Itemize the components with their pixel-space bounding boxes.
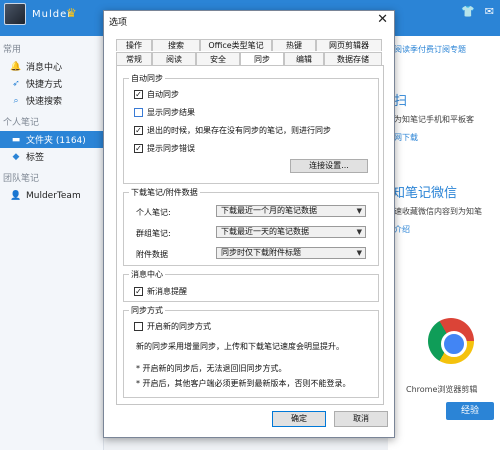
sidebar-section-common: 常用 [3,45,22,55]
tabs-row-top: 操作 搜索 Office类型笔记 热键 网页剪辑器 [116,39,382,51]
shirt-icon[interactable]: 👕 [461,5,475,18]
tab-operations[interactable]: 操作 [116,39,152,51]
sidebar-item-messages[interactable]: 🔔 消息中心 [0,58,103,75]
checkbox-checked[interactable]: ✓ [134,287,143,296]
new-message-alert-checkbox[interactable]: ✓ 新消息提醒 [134,286,187,297]
wechat-text: 速收藏微信内容到为知笔 [394,207,482,216]
tab-sync[interactable]: 同步 [240,52,284,66]
auto-sync-title: 自动同步 [129,73,165,84]
wechat-heading: 知笔记微信 [392,186,458,201]
group-notes-select[interactable]: 下载最近一天的笔记数据 ▼ [216,226,366,238]
tab-reading[interactable]: 阅读 [152,52,196,66]
sidebar-item-quick-search[interactable]: ⌕ 快速搜索 [0,92,103,109]
tab-office-notes[interactable]: Office类型笔记 [200,39,272,51]
personal-notes-label: 个人笔记: [136,208,171,217]
tab-security[interactable]: 安全 [196,52,240,66]
sidebar-section-team: 团队笔记 [3,174,40,184]
auto-sync-group: 自动同步 ✓ 自动同步 显示同步结果 ✓ 退出的时候，如果存在没有同步的笔记，则… [123,73,379,184]
main-panel: 阅读季付费订阅专题 扫 为知笔记手机和平板客 网下载 知笔记微信 速收藏微信内容… [388,36,500,450]
tab-hotkeys[interactable]: 热键 [272,39,316,51]
avatar[interactable] [4,3,26,25]
sync-mode-note-2: * 开启后，其他客户端必须更新到最新版本，否则不能登录。 [136,379,351,388]
close-icon[interactable]: ✕ [377,12,388,27]
mail-icon[interactable]: ✉ [485,5,494,18]
show-sync-result-checkbox[interactable]: 显示同步结果 [134,107,195,118]
tabs-row-bottom: 常规 阅读 安全 同步 编辑 数据存储 [116,52,382,66]
rocket-icon: ➶ [12,78,20,89]
chevron-down-icon: ▼ [356,249,362,257]
chrome-label: Chrome浏览器剪辑 [406,385,478,394]
connection-settings-button[interactable]: 连接设置... [290,159,368,173]
dialog-title: 选项 [109,18,128,28]
sidebar-item-label: 快速搜索 [26,97,63,107]
sync-mode-note-1: * 开启新的同步后，无法退回旧同步方式。 [136,364,287,373]
sidebar: 常用 🔔 消息中心 ➶ 快捷方式 ⌕ 快速搜索 个人笔记 ▬ 文件夹 (1164… [0,36,104,450]
sync-tab-panel: 自动同步 ✓ 自动同步 显示同步结果 ✓ 退出的时候，如果存在没有同步的笔记，则… [116,65,384,405]
tab-web-clipper[interactable]: 网页剪辑器 [316,39,382,51]
select-value: 下载最近一天的笔记数据 [221,227,309,236]
crown-icon: ♛ [66,6,77,20]
checkbox-label: 提示同步错误 [147,144,195,153]
auto-sync-checkbox[interactable]: ✓ 自动同步 [134,89,179,100]
checkbox-label: 退出的时候，如果存在没有同步的笔记，则进行同步 [147,126,331,135]
select-value: 下载最近一个月的笔记数据 [221,206,317,215]
checkbox-label: 自动同步 [147,90,179,99]
sidebar-section-personal: 个人笔记 [3,118,40,128]
chevron-down-icon: ▼ [356,228,362,236]
attachment-select[interactable]: 同步时仅下载附件标题 ▼ [216,247,366,259]
tab-general[interactable]: 常规 [116,52,152,66]
sidebar-item-label: 快捷方式 [26,80,63,90]
attachment-label: 附件数据 [136,250,168,259]
checkbox-label: 新消息提醒 [147,287,187,296]
message-center-group: 消息中心 ✓ 新消息提醒 [123,269,379,302]
search-icon: ⌕ [13,95,19,106]
chrome-icon [428,318,474,364]
select-value: 同步时仅下载附件标题 [221,248,301,257]
sync-mode-group: 同步方式 开启新的同步方式 新的同步采用增量同步，上传和下载笔记速度会明显提升。… [123,305,379,398]
sync-error-prompt-checkbox[interactable]: ✓ 提示同步错误 [134,143,195,154]
checkbox-label: 显示同步结果 [147,108,195,117]
message-center-title: 消息中心 [129,269,165,280]
sidebar-item-label: 标签 [26,153,45,163]
new-sync-mode-checkbox[interactable]: 开启新的同步方式 [134,321,211,332]
user-icon: 👤 [10,190,22,201]
checkbox-unchecked[interactable] [134,108,143,117]
download-title: 下载笔记/附件数据 [129,187,200,198]
tab-data-storage[interactable]: 数据存储 [324,52,382,66]
group-notes-label: 群组笔记: [136,229,171,238]
checkbox-checked[interactable]: ✓ [134,144,143,153]
intro-link[interactable]: 介绍 [394,224,410,235]
chevron-down-icon: ▼ [356,207,362,215]
tab-search[interactable]: 搜索 [152,39,200,51]
sidebar-item-team[interactable]: 👤 MulderTeam [0,187,103,204]
sidebar-item-label: MulderTeam [26,190,81,201]
ok-button[interactable]: 确定 [272,411,326,427]
titlebar-icons: 👕 ✉ [461,5,494,18]
download-group: 下载笔记/附件数据 个人笔记: 下载最近一个月的笔记数据 ▼ 群组笔记: 下载最… [123,187,379,266]
personal-notes-select[interactable]: 下载最近一个月的笔记数据 ▼ [216,205,366,217]
checkbox-checked[interactable]: ✓ [134,90,143,99]
checkbox-label: 开启新的同步方式 [147,322,211,331]
sidebar-item-label: 消息中心 [26,63,63,73]
tag-icon: ◆ [12,151,20,162]
sidebar-item-shortcuts[interactable]: ➶ 快捷方式 [0,75,103,92]
cancel-button[interactable]: 取消 [334,411,388,427]
bell-icon: 🔔 [10,61,22,72]
scan-text: 为知笔记手机和平板客 [394,115,474,124]
scan-heading: 扫 [394,94,408,109]
options-dialog: 选项 ✕ 操作 搜索 Office类型笔记 热键 网页剪辑器 常规 阅读 安全 … [103,10,395,438]
sync-on-exit-checkbox[interactable]: ✓ 退出的时候，如果存在没有同步的笔记，则进行同步 [134,125,331,136]
sync-mode-description: 新的同步采用增量同步，上传和下载笔记速度会明显提升。 [136,342,344,351]
sidebar-item-tags[interactable]: ◆ 标签 [0,148,103,165]
checkbox-unchecked[interactable] [134,322,143,331]
sync-mode-title: 同步方式 [129,305,165,316]
download-link[interactable]: 网下载 [394,132,418,143]
chrome-action-button[interactable]: 经验 [446,402,494,420]
sidebar-item-label: 文件夹 (1164) [26,136,86,146]
tab-edit[interactable]: 编辑 [284,52,324,66]
subscription-link[interactable]: 阅读季付费订阅专题 [394,44,466,55]
sidebar-item-folders[interactable]: ▬ 文件夹 (1164) [0,131,103,148]
folder-icon: ▬ [11,134,21,145]
checkbox-checked[interactable]: ✓ [134,126,143,135]
